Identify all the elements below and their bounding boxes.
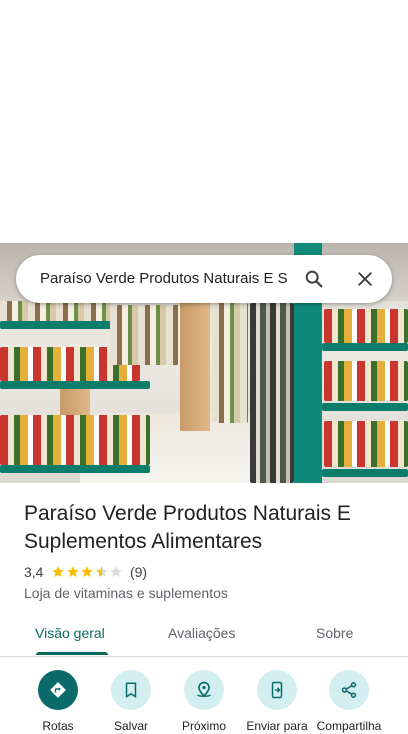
star-icon-full — [52, 566, 65, 577]
map-area-blank — [0, 0, 408, 243]
tab-about[interactable]: Sobre — [316, 624, 353, 642]
send-to-phone-icon — [271, 681, 283, 699]
star-icon-half — [96, 566, 108, 577]
directions-button[interactable]: Rotas — [22, 670, 94, 734]
share-icon — [341, 682, 357, 698]
active-tab-indicator — [36, 652, 108, 655]
place-title: Paraíso Verde Produtos Naturais E Suplem… — [24, 502, 351, 553]
share-button[interactable]: Compartilha — [313, 670, 385, 734]
star-rating — [51, 565, 124, 579]
nearby-icon — [196, 681, 212, 697]
photo-shelf — [0, 321, 120, 329]
search-bar[interactable]: Paraíso Verde Produtos Naturais E S — [16, 255, 392, 303]
search-input[interactable]: Paraíso Verde Produtos Naturais E S — [40, 269, 290, 289]
close-icon — [358, 272, 372, 286]
nearby-label: Próximo — [181, 719, 226, 733]
star-icon-full — [81, 566, 94, 577]
action-bar: Rotas Salvar Próximo Enviar para Compart… — [0, 656, 408, 733]
directions-icon — [50, 682, 66, 698]
save-button[interactable]: Salvar — [95, 670, 167, 734]
search-icon — [305, 270, 323, 288]
nearby-button-circle — [184, 670, 224, 710]
photo-wood-panel — [180, 301, 210, 431]
review-count: (9) — [129, 564, 148, 580]
star-icon-full — [67, 566, 79, 577]
photo-shelf-goods — [250, 303, 294, 483]
nearby-button[interactable]: Próximo — [168, 670, 240, 734]
photo-shelf-goods — [0, 415, 150, 465]
star-icon-empty — [110, 566, 123, 577]
place-category[interactable]: Loja de vitaminas e suplementos — [24, 584, 228, 602]
photo-shelf — [322, 469, 408, 477]
send-to-phone-label: Enviar para — [246, 719, 308, 733]
search-button[interactable] — [298, 263, 330, 295]
photo-shelf-goods — [212, 303, 248, 423]
photo-shelf-goods — [324, 309, 408, 343]
directions-button-circle — [38, 670, 78, 710]
save-button-circle — [111, 670, 151, 710]
rating-value: 3,4 — [24, 564, 44, 580]
clear-search-button[interactable] — [349, 263, 381, 295]
tab-overview[interactable]: Visão geral — [35, 624, 105, 642]
send-to-phone-button-circle — [257, 670, 297, 710]
place-tabs: Visão geral Avaliações Sobre — [0, 612, 408, 657]
photo-shelf — [322, 403, 408, 411]
share-label: Compartilha — [316, 719, 382, 733]
photo-shelf-goods — [110, 305, 180, 365]
photo-shelf-goods — [324, 361, 408, 401]
photo-shelf — [0, 465, 150, 473]
photo-shelf — [0, 381, 150, 389]
photo-shelf-goods — [324, 421, 408, 467]
directions-label: Rotas — [42, 719, 74, 733]
save-label: Salvar — [113, 719, 148, 733]
bookmark-icon — [125, 682, 137, 698]
photo-shelf-goods — [0, 301, 110, 321]
photo-shelf — [322, 343, 408, 351]
rating-row[interactable]: 3,4 (9) — [24, 562, 147, 582]
tab-reviews[interactable]: Avaliações — [168, 624, 235, 642]
send-to-phone-button[interactable]: Enviar para — [241, 670, 313, 734]
share-button-circle — [329, 670, 369, 710]
